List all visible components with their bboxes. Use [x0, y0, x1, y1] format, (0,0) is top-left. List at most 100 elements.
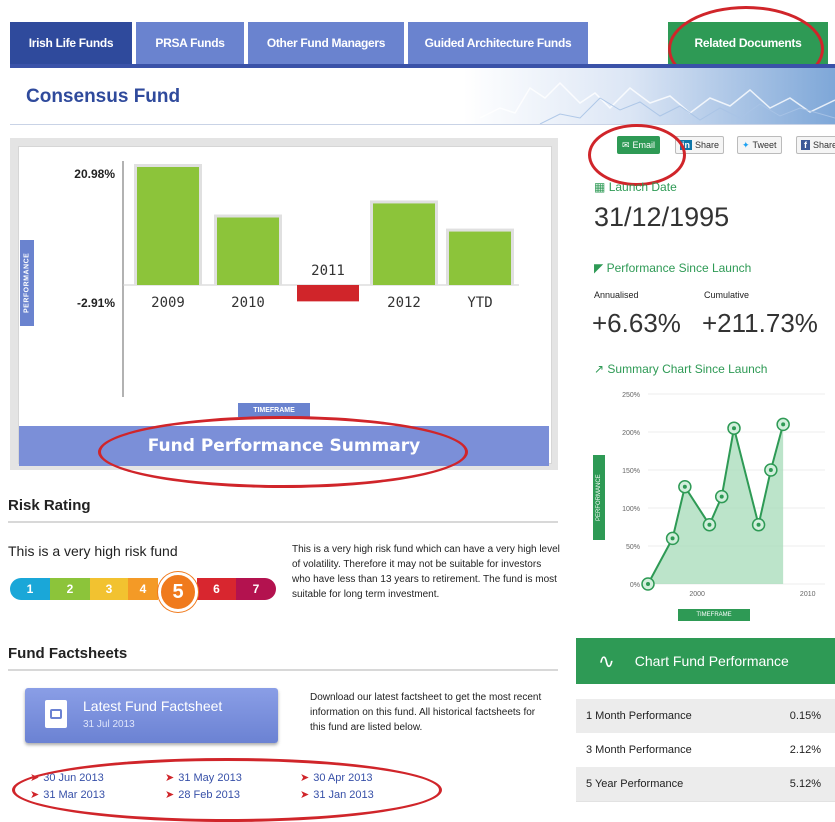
- summary-x-axis-label: TIMEFRAME: [678, 609, 750, 621]
- performance-since-launch-label: ◤ Performance Since Launch: [594, 261, 751, 275]
- data-point-dot: [781, 422, 786, 427]
- share-label: Share: [695, 140, 720, 150]
- factsheet-button-date: 31 Jul 2013: [83, 719, 135, 730]
- summary-chart-label-text: Summary Chart Since Launch: [607, 362, 768, 376]
- risk-level-3: 3: [90, 578, 128, 600]
- row-value: 2.12%: [789, 744, 821, 756]
- factsheets-description: Download our latest factsheet to get the…: [310, 692, 542, 733]
- pdf-arrow-icon: ➤: [30, 772, 40, 784]
- chart-icon: ◤: [594, 261, 604, 275]
- y-min-label: -2.91%: [77, 296, 115, 310]
- row-label: 5 Year Performance: [586, 778, 684, 790]
- x-tick-label: 2011: [311, 263, 345, 279]
- performance-chart-panel: 20.98% -2.91% 2009 2010 2011 2012 YTD: [10, 138, 558, 470]
- y-tick-label: 150%: [622, 468, 640, 475]
- factsheet-link[interactable]: ➤ 31 Mar 2013: [30, 788, 105, 801]
- table-row: 5 Year Performance 5.12%: [576, 767, 835, 802]
- factsheet-link[interactable]: ➤ 30 Jun 2013: [30, 771, 104, 784]
- bar: [297, 285, 359, 302]
- row-value: 0.15%: [789, 710, 821, 722]
- tab-label: Irish Life Funds: [28, 36, 114, 50]
- x-tick-label: 2012: [387, 295, 421, 311]
- row-label: 1 Month Performance: [586, 710, 692, 722]
- latest-factsheet-button[interactable]: Latest Fund Factsheet 31 Jul 2013: [25, 688, 278, 743]
- tab-guided-architecture-funds[interactable]: Guided Architecture Funds: [408, 22, 588, 64]
- twitter-icon: ✦: [742, 139, 750, 150]
- factsheet-link-label: 30 Apr 2013: [313, 772, 373, 784]
- factsheet-link-label: 28 Feb 2013: [178, 789, 240, 801]
- email-button[interactable]: ✉ Email: [617, 136, 661, 154]
- y-max-label: 20.98%: [74, 167, 115, 181]
- chart-button-label: Chart Fund Performance: [634, 653, 789, 669]
- summary-chart-label: ↗ Summary Chart Since Launch: [594, 362, 767, 376]
- y-tick-label: 0%: [630, 582, 640, 589]
- y-tick-label: 200%: [622, 430, 640, 437]
- y-tick-label: 50%: [626, 544, 640, 551]
- tab-label: Related Documents: [694, 36, 802, 50]
- line-chart-icon: ↗: [594, 362, 605, 376]
- data-point-dot: [719, 494, 724, 499]
- y-tick-label: 250%: [622, 392, 640, 399]
- facebook-share-button[interactable]: f Share: [796, 136, 835, 154]
- risk-level-7: 7: [236, 578, 276, 600]
- annualised-value: +6.63%: [592, 308, 681, 338]
- banner-decoration: [480, 81, 835, 124]
- launch-date-value: 31/12/1995: [594, 202, 730, 232]
- page-title: Consensus Fund: [26, 86, 181, 107]
- factsheets-heading: Fund Factsheets: [8, 645, 128, 662]
- summary-line-chart: 250% 200% 150% 100% 50% 0% 2000 2010: [622, 392, 825, 598]
- tab-label: Other Fund Managers: [266, 36, 386, 50]
- bar: [217, 217, 279, 285]
- divider: [8, 669, 558, 671]
- table-row: 1 Month Performance 0.15%: [576, 699, 835, 734]
- factsheet-link-label: 31 May 2013: [178, 772, 242, 784]
- page-banner: Consensus Fund: [10, 68, 835, 125]
- since-launch-label-text: Performance Since Launch: [606, 261, 752, 275]
- factsheet-link[interactable]: ➤ 28 Feb 2013: [165, 788, 240, 801]
- factsheet-link[interactable]: ➤ 31 May 2013: [165, 771, 242, 784]
- data-point-dot: [682, 484, 687, 489]
- x-axis-label: TIMEFRAME: [238, 403, 310, 417]
- factsheet-link-label: 31 Mar 2013: [43, 789, 105, 801]
- linkedin-share-button[interactable]: in Share: [675, 136, 725, 154]
- risk-statement: This is a very high risk fund: [8, 543, 178, 559]
- risk-level-2: 2: [50, 578, 90, 600]
- launch-label-text: Launch Date: [608, 180, 677, 194]
- tweet-label: Tweet: [752, 140, 777, 150]
- data-point-dot: [646, 582, 650, 586]
- line-chart-icon: ∿: [598, 650, 615, 673]
- data-point-dot: [670, 536, 675, 541]
- pdf-arrow-icon: ➤: [165, 789, 175, 801]
- pdf-arrow-icon: ➤: [30, 789, 40, 801]
- x-tick-label: 2000: [689, 591, 705, 598]
- summary-y-axis-label: PERFORMANCE: [593, 455, 605, 540]
- row-value: 5.12%: [789, 778, 821, 790]
- chart-fund-performance-button[interactable]: ∿ Chart Fund Performance: [576, 638, 835, 684]
- chart-footer: Fund Performance Summary: [19, 426, 549, 466]
- tab-irish-life-funds[interactable]: Irish Life Funds: [10, 22, 132, 64]
- factsheet-link-label: 30 Jun 2013: [43, 772, 104, 784]
- tab-other-fund-managers[interactable]: Other Fund Managers: [248, 22, 404, 64]
- row-label: 3 Month Performance: [586, 744, 692, 756]
- annualised-label: Annualised: [594, 290, 639, 300]
- factsheet-link[interactable]: ➤ 31 Jan 2013: [300, 788, 374, 801]
- cumulative-label: Cumulative: [704, 290, 750, 300]
- risk-level-4: 4: [128, 578, 158, 600]
- factsheet-button-title: Latest Fund Factsheet: [83, 698, 223, 714]
- risk-heading: Risk Rating: [8, 497, 91, 514]
- x-tick-label: 2010: [231, 295, 265, 311]
- bar: [373, 203, 435, 285]
- risk-level-1: 1: [10, 578, 50, 600]
- tweet-button[interactable]: ✦ Tweet: [737, 136, 782, 154]
- share-label: Share: [813, 140, 835, 150]
- data-point-dot: [756, 522, 761, 527]
- data-point-dot: [768, 468, 773, 472]
- data-point-dot: [732, 426, 736, 431]
- factsheet-link[interactable]: ➤ 30 Apr 2013: [300, 771, 373, 784]
- risk-description: This is a very high risk fund which can …: [292, 544, 560, 600]
- factsheet-link-label: 31 Jan 2013: [313, 789, 374, 801]
- x-tick-label: 2009: [151, 295, 185, 311]
- risk-level-5: 5: [158, 572, 198, 612]
- tab-related-documents[interactable]: Related Documents: [668, 22, 828, 64]
- tab-prsa-funds[interactable]: PRSA Funds: [136, 22, 244, 64]
